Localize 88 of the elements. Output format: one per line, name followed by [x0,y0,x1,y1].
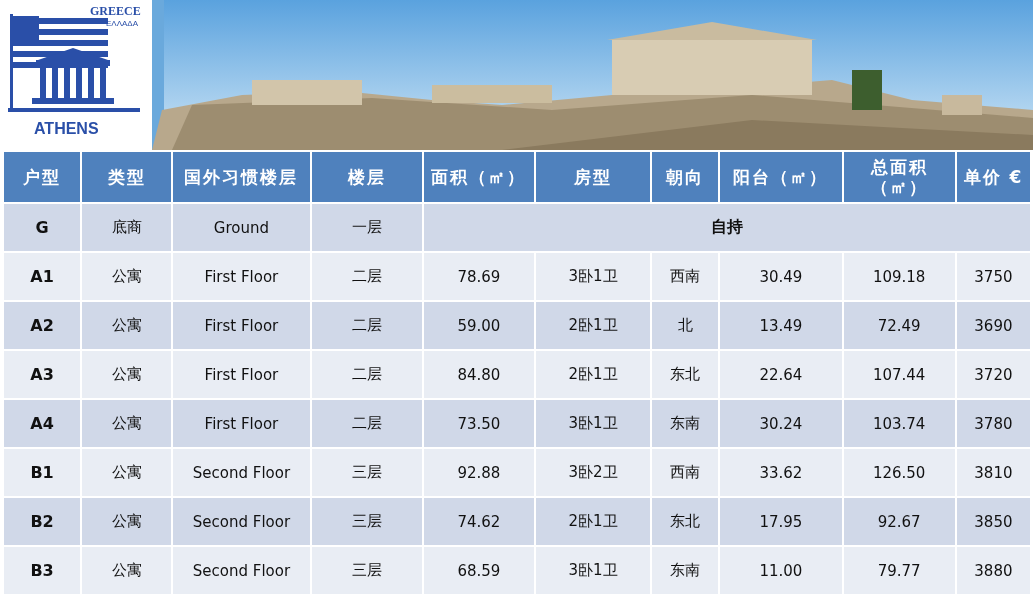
table-cell: 公寓 [82,547,172,594]
table-cell: 3卧1卫 [536,253,651,300]
table-cell: 二层 [311,351,422,398]
table-cell: A4 [4,400,81,447]
table-cell: 三层 [311,498,422,545]
column-header: 面积（㎡） [423,152,534,202]
table-cell: First Floor [173,302,310,349]
table-cell: 3卧1卫 [536,400,651,447]
table-cell: 公寓 [82,351,172,398]
table-cell: 3880 [956,547,1030,594]
table-cell: 3卧1卫 [536,547,651,594]
table-cell: 西南 [652,253,719,300]
table-cell: 东北 [652,498,719,545]
table-cell: 2卧1卫 [536,302,651,349]
table-cell: 3720 [956,351,1030,398]
table-cell: 公寓 [82,302,172,349]
table-cell: 74.62 [423,498,534,545]
table-cell: 92.88 [423,449,534,496]
table-cell: B2 [4,498,81,545]
table-cell: 11.00 [720,547,842,594]
table-cell: 北 [652,302,719,349]
logo-title: GREECE [90,4,141,19]
table-cell: 73.50 [423,400,534,447]
table-cell: 东北 [652,351,719,398]
table-cell: 2卧1卫 [536,498,651,545]
column-header: 阳台（㎡） [720,152,842,202]
table-cell: 2卧1卫 [536,351,651,398]
table-cell: 底商 [82,204,172,251]
table-cell: 三层 [311,547,422,594]
table-cell: B1 [4,449,81,496]
table-cell: Ground [173,204,310,251]
table-cell: 公寓 [82,400,172,447]
table-cell: Second Floor [173,449,310,496]
table-cell: First Floor [173,253,310,300]
table-cell: 西南 [652,449,719,496]
table-cell: 103.74 [843,400,955,447]
table-cell: A1 [4,253,81,300]
table-cell: 17.95 [720,498,842,545]
table-cell: B3 [4,547,81,594]
table-cell: 公寓 [82,498,172,545]
table-cell: 东南 [652,400,719,447]
table-cell: 109.18 [843,253,955,300]
table-cell: 78.69 [423,253,534,300]
table-cell: 79.77 [843,547,955,594]
column-header: 总面积（㎡） [843,152,955,202]
table-cell: 22.64 [720,351,842,398]
table-cell: 三层 [311,449,422,496]
table-cell: G [4,204,81,251]
table-cell: 84.80 [423,351,534,398]
table-cell: 30.49 [720,253,842,300]
table-cell: 公寓 [82,449,172,496]
table-cell: 13.49 [720,302,842,349]
table-cell: 33.62 [720,449,842,496]
table-cell: 3810 [956,449,1030,496]
table-cell: A3 [4,351,81,398]
column-header: 楼层 [311,152,422,202]
table-cell: 二层 [311,253,422,300]
table-cell: 东南 [652,547,719,594]
table-cell: 3850 [956,498,1030,545]
table-cell: 107.44 [843,351,955,398]
table-cell: 68.59 [423,547,534,594]
logo-city: ATHENS [34,120,99,138]
column-header: 户型 [4,152,81,202]
column-header: 国外习惯楼层 [173,152,310,202]
table-cell: 72.49 [843,302,955,349]
table-cell: 二层 [311,400,422,447]
table-cell: First Floor [173,400,310,447]
table-cell: 3780 [956,400,1030,447]
table-cell: 30.24 [720,400,842,447]
table-cell: Second Floor [173,498,310,545]
column-header: 朝向 [652,152,719,202]
table-cell: 3卧2卫 [536,449,651,496]
table-cell: First Floor [173,351,310,398]
table-cell: A2 [4,302,81,349]
column-header: 房型 [536,152,651,202]
table-cell: 59.00 [423,302,534,349]
column-header: 类型 [82,152,172,202]
table-cell: 自持 [423,204,1030,251]
table-cell: 二层 [311,302,422,349]
table-cell: Second Floor [173,547,310,594]
logo-subtitle: ΕΛΛΑΔΑ [106,19,139,28]
column-header: 单价 € [956,152,1030,202]
table-cell: 126.50 [843,449,955,496]
table-cell: 92.67 [843,498,955,545]
table-cell: 3750 [956,253,1030,300]
table-cell: 3690 [956,302,1030,349]
table-cell: 一层 [311,204,422,251]
table-cell: 公寓 [82,253,172,300]
